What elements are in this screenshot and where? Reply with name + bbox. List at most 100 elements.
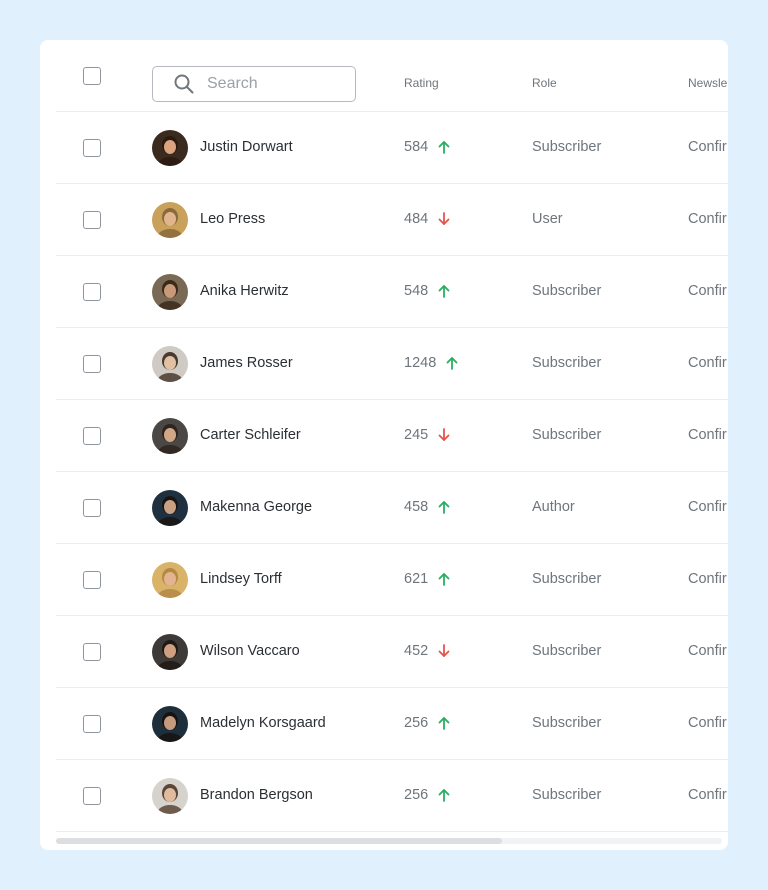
avatar bbox=[152, 274, 188, 310]
search-icon bbox=[174, 74, 194, 94]
newsletter-status: Confir bbox=[688, 283, 727, 299]
users-table: Rating Role Newsle Justin Dorwart 584 Subs… bbox=[56, 40, 728, 832]
row-checkbox[interactable] bbox=[83, 283, 101, 301]
newsletter-status: Confir bbox=[688, 571, 727, 587]
user-name[interactable]: James Rosser bbox=[200, 355, 293, 371]
user-name[interactable]: Lindsey Torff bbox=[200, 571, 282, 587]
user-name[interactable]: Makenna George bbox=[200, 499, 312, 515]
column-header-role[interactable]: Role bbox=[532, 76, 557, 90]
avatar bbox=[152, 778, 188, 814]
row-checkbox[interactable] bbox=[83, 571, 101, 589]
rating-value: 1248 bbox=[404, 355, 437, 371]
user-role: Subscriber bbox=[532, 427, 602, 443]
rating: 1248 bbox=[404, 355, 458, 371]
user-name[interactable]: Brandon Bergson bbox=[200, 787, 313, 803]
newsletter-status: Confir bbox=[688, 787, 727, 803]
row-checkbox[interactable] bbox=[83, 211, 101, 229]
rating-value: 621 bbox=[404, 571, 429, 587]
arrow-up-icon bbox=[438, 285, 450, 298]
user-role: Subscriber bbox=[532, 283, 602, 299]
arrow-down-icon bbox=[438, 428, 450, 441]
rating: 621 bbox=[404, 571, 450, 587]
rating-value: 245 bbox=[404, 427, 429, 443]
newsletter-status: Confir bbox=[688, 643, 727, 659]
rating: 452 bbox=[404, 643, 450, 659]
user-role: User bbox=[532, 211, 563, 227]
user-role: Subscriber bbox=[532, 139, 602, 155]
row-checkbox[interactable] bbox=[83, 787, 101, 805]
row-checkbox[interactable] bbox=[83, 499, 101, 517]
rating: 548 bbox=[404, 283, 450, 299]
arrow-up-icon bbox=[438, 717, 450, 730]
rating-value: 584 bbox=[404, 139, 429, 155]
rating-value: 452 bbox=[404, 643, 429, 659]
user-name[interactable]: Leo Press bbox=[200, 211, 265, 227]
column-header-newsletter[interactable]: Newsle bbox=[688, 76, 727, 90]
user-name[interactable]: Madelyn Korsgaard bbox=[200, 715, 326, 731]
rating-value: 256 bbox=[404, 715, 429, 731]
table-row[interactable]: James Rosser 1248 Subscriber Confir bbox=[56, 328, 728, 400]
table-row[interactable]: Anika Herwitz 548 Subscriber Confir bbox=[56, 256, 728, 328]
arrow-up-icon bbox=[438, 501, 450, 514]
user-role: Subscriber bbox=[532, 643, 602, 659]
scrollbar-thumb[interactable] bbox=[56, 838, 502, 844]
rating-value: 458 bbox=[404, 499, 429, 515]
arrow-up-icon bbox=[446, 357, 458, 370]
user-role: Subscriber bbox=[532, 787, 602, 803]
rating-value: 256 bbox=[404, 787, 429, 803]
search-box[interactable] bbox=[152, 66, 356, 102]
rating-value: 484 bbox=[404, 211, 429, 227]
column-header-rating[interactable]: Rating bbox=[404, 76, 439, 90]
rating: 484 bbox=[404, 211, 450, 227]
horizontal-scrollbar[interactable] bbox=[56, 838, 722, 844]
table-row[interactable]: Justin Dorwart 584 Subscriber Confir bbox=[56, 112, 728, 184]
rating: 584 bbox=[404, 139, 450, 155]
user-role: Subscriber bbox=[532, 355, 602, 371]
newsletter-status: Confir bbox=[688, 139, 727, 155]
table-row[interactable]: Leo Press 484 User Confir bbox=[56, 184, 728, 256]
avatar bbox=[152, 130, 188, 166]
rating: 458 bbox=[404, 499, 450, 515]
avatar bbox=[152, 706, 188, 742]
table-row[interactable]: Brandon Bergson 256 Subscriber Confir bbox=[56, 760, 728, 832]
avatar bbox=[152, 346, 188, 382]
arrow-down-icon bbox=[438, 644, 450, 657]
rating: 245 bbox=[404, 427, 450, 443]
user-role: Subscriber bbox=[532, 571, 602, 587]
table-row[interactable]: Makenna George 458 Author Confir bbox=[56, 472, 728, 544]
avatar bbox=[152, 634, 188, 670]
rating: 256 bbox=[404, 715, 450, 731]
avatar bbox=[152, 562, 188, 598]
row-checkbox[interactable] bbox=[83, 643, 101, 661]
row-checkbox[interactable] bbox=[83, 139, 101, 157]
row-checkbox[interactable] bbox=[83, 427, 101, 445]
row-checkbox[interactable] bbox=[83, 355, 101, 373]
avatar bbox=[152, 418, 188, 454]
avatar bbox=[152, 202, 188, 238]
users-table-card: Rating Role Newsle Justin Dorwart 584 Subs… bbox=[40, 40, 728, 850]
user-name[interactable]: Wilson Vaccaro bbox=[200, 643, 300, 659]
table-header: Rating Role Newsle bbox=[56, 40, 728, 112]
search-input[interactable] bbox=[207, 73, 347, 95]
newsletter-status: Confir bbox=[688, 355, 727, 371]
newsletter-status: Confir bbox=[688, 427, 727, 443]
arrow-up-icon bbox=[438, 789, 450, 802]
select-all-checkbox[interactable] bbox=[83, 67, 101, 85]
row-checkbox[interactable] bbox=[83, 715, 101, 733]
arrow-up-icon bbox=[438, 573, 450, 586]
arrow-up-icon bbox=[438, 141, 450, 154]
table-row[interactable]: Carter Schleifer 245 Subscriber Confir bbox=[56, 400, 728, 472]
table-row[interactable]: Madelyn Korsgaard 256 Subscriber Confir bbox=[56, 688, 728, 760]
rating: 256 bbox=[404, 787, 450, 803]
avatar bbox=[152, 490, 188, 526]
user-name[interactable]: Anika Herwitz bbox=[200, 283, 289, 299]
newsletter-status: Confir bbox=[688, 211, 727, 227]
user-name[interactable]: Carter Schleifer bbox=[200, 427, 301, 443]
newsletter-status: Confir bbox=[688, 499, 727, 515]
newsletter-status: Confir bbox=[688, 715, 727, 731]
arrow-down-icon bbox=[438, 212, 450, 225]
table-row[interactable]: Wilson Vaccaro 452 Subscriber Confir bbox=[56, 616, 728, 688]
table-row[interactable]: Lindsey Torff 621 Subscriber Confir bbox=[56, 544, 728, 616]
user-role: Subscriber bbox=[532, 715, 602, 731]
user-name[interactable]: Justin Dorwart bbox=[200, 139, 293, 155]
